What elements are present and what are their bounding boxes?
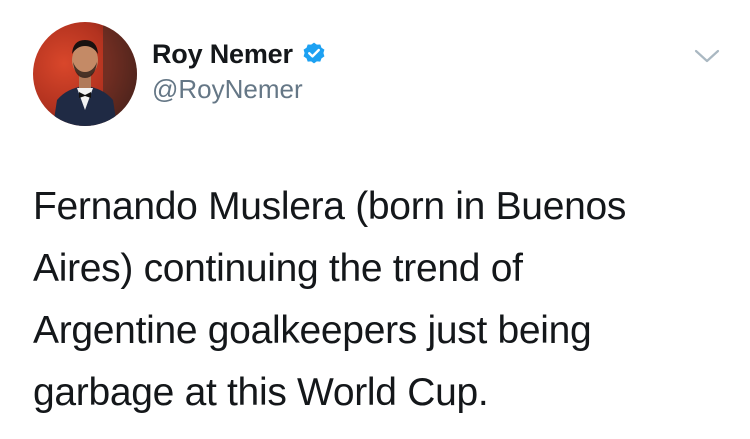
verified-badge-icon [301,41,327,67]
avatar[interactable] [33,22,137,126]
display-name[interactable]: Roy Nemer [152,39,293,70]
tweet-card: Roy Nemer @RoyNemer Fernando Muslera (bo… [0,0,750,439]
avatar-photo [33,22,137,126]
tweet-text: Fernando Muslera (born in Buenos Aires) … [33,185,627,414]
tweet-menu-button[interactable] [692,44,722,68]
chevron-down-icon [694,49,720,63]
author-name-row[interactable]: Roy Nemer [152,36,327,72]
user-handle[interactable]: @RoyNemer [152,74,303,105]
